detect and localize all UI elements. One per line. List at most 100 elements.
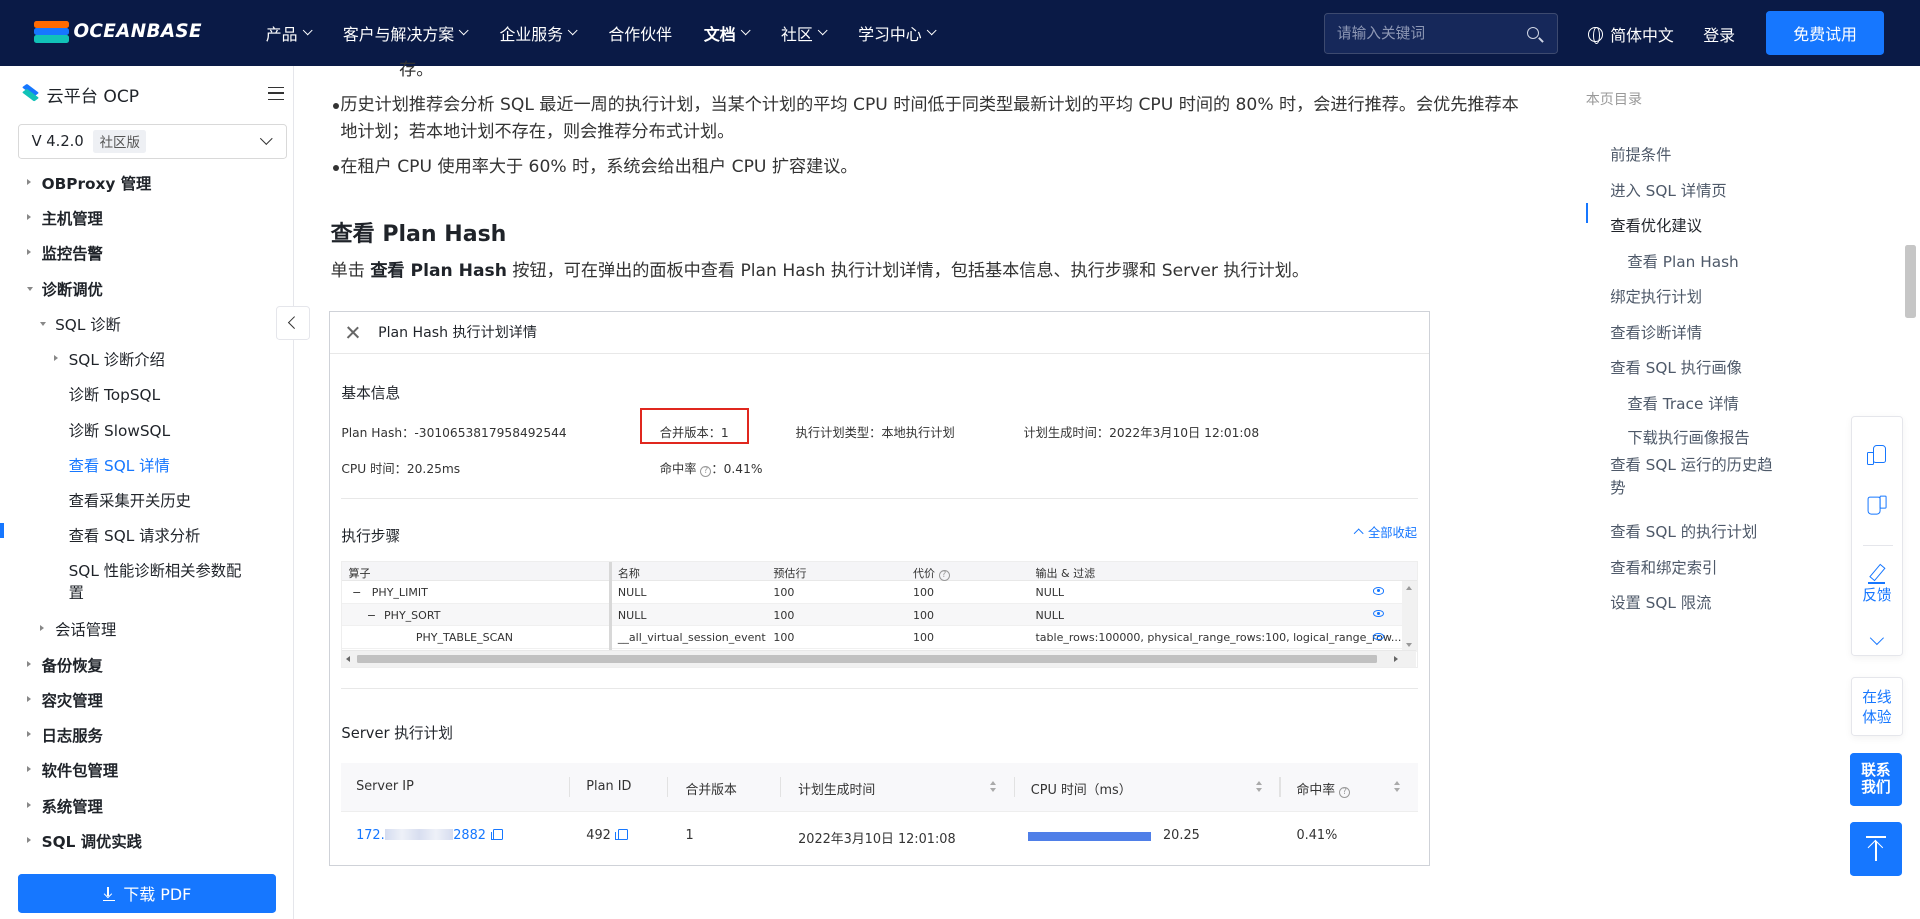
caret-right-icon[interactable]	[26, 249, 32, 256]
toc-item-1[interactable]: 进入 SQL 详情页	[1610, 179, 1726, 201]
collapse-widget-button[interactable]	[1869, 630, 1884, 645]
toc-item-7[interactable]: 查看 Trace 详情	[1627, 392, 1739, 414]
sidebar-item-12[interactable]: 会话管理	[0, 612, 294, 647]
toc-item-0[interactable]: 前提条件	[1610, 143, 1671, 165]
sidebar-item-4[interactable]: SQL 诊断	[0, 306, 294, 341]
free-trial-button[interactable]: 免费试用	[1765, 11, 1885, 56]
scroll-thumb[interactable]	[357, 654, 1378, 664]
sidebar-item-0[interactable]: OBProxy 管理	[0, 165, 294, 200]
sidebar-item-7[interactable]: 诊断 SlowSQL	[0, 412, 294, 447]
online-trial-button[interactable]: 在线 体验	[1851, 677, 1903, 736]
like-button[interactable]	[1867, 444, 1887, 465]
eye-icon[interactable]	[1373, 609, 1385, 618]
caret-right-icon[interactable]	[26, 660, 32, 667]
expand-toggle[interactable]: −	[367, 609, 376, 622]
collapse-all-link[interactable]: 全部收起	[1353, 523, 1417, 541]
scroll-down-icon[interactable]	[1405, 643, 1412, 648]
column-resizer[interactable]	[609, 561, 612, 650]
copy-icon[interactable]	[490, 828, 504, 840]
feedback-button[interactable]: 反馈	[1852, 564, 1901, 606]
eye-icon[interactable]	[1373, 587, 1385, 595]
collapse-sidebar-button[interactable]	[275, 306, 310, 341]
search-box[interactable]	[1323, 13, 1558, 54]
toc-item-6[interactable]: 查看 SQL 执行画像	[1610, 356, 1742, 378]
close-icon[interactable]	[348, 326, 360, 338]
toc-item-9[interactable]: 查看 SQL 运行的历史趋	[1610, 453, 1772, 475]
toc-item-8[interactable]: 下载执行画像报告	[1627, 426, 1749, 448]
caret-right-icon[interactable]	[26, 836, 32, 843]
toc-item-2[interactable]: 查看优化建议	[1610, 214, 1702, 236]
sidebar-item-17[interactable]: 系统管理	[0, 788, 294, 823]
help-icon[interactable]: ?	[700, 465, 712, 477]
help-icon[interactable]: ?	[938, 570, 950, 582]
toc-item-3[interactable]: 查看 Plan Hash	[1627, 250, 1738, 272]
highlight-box	[640, 407, 750, 445]
toc-item-10[interactable]: 势	[1610, 476, 1625, 498]
version-select[interactable]: V 4.2.0 社区版	[18, 123, 287, 160]
toc-item-4[interactable]: 绑定执行计划	[1610, 285, 1702, 307]
caret-right-icon[interactable]	[26, 731, 32, 738]
toc-item-13[interactable]: 设置 SQL 限流	[1610, 591, 1711, 613]
caret-right-icon[interactable]	[40, 625, 45, 632]
server-ip-link[interactable]: 172. 2882	[356, 828, 504, 843]
caret-right-icon[interactable]	[53, 355, 59, 361]
download-pdf-button[interactable]: 下载 PDF	[18, 874, 276, 914]
sidebar-item-16[interactable]: 软件包管理	[0, 753, 294, 788]
sidebar-item-1[interactable]: 主机管理	[0, 201, 294, 236]
page-scrollbar-thumb[interactable]	[1905, 244, 1917, 319]
caret-right-icon[interactable]	[26, 178, 32, 185]
dislike-button[interactable]	[1867, 496, 1887, 516]
search-icon[interactable]	[1527, 26, 1540, 39]
nav-item-label: 学习中心	[858, 24, 922, 44]
scroll-up-icon[interactable]	[1405, 585, 1412, 591]
sidebar-item-3[interactable]: 诊断调优	[0, 271, 294, 306]
sidebar-item-5[interactable]: SQL 诊断介绍	[0, 342, 294, 377]
expand-toggle[interactable]: −	[352, 586, 361, 599]
back-to-top-button[interactable]	[1850, 821, 1902, 876]
oceanbase-logo[interactable]: OCEANBASE	[34, 20, 202, 44]
scroll-left-icon[interactable]	[345, 656, 351, 663]
sidebar-item-6[interactable]: 诊断 TopSQL	[0, 377, 294, 412]
sort-icon[interactable]	[1256, 780, 1263, 793]
nav-item-0[interactable]: 产品	[266, 22, 313, 45]
caret-right-icon[interactable]	[26, 801, 32, 808]
caret-right-icon[interactable]	[26, 766, 32, 773]
online-trial-label: 在线 体验	[1852, 688, 1901, 727]
sidebar-item-14[interactable]: 容灾管理	[0, 682, 294, 717]
sidebar-item-18[interactable]: SQL 调优实践	[0, 823, 294, 858]
nav-item-1[interactable]: 客户与解决方案	[343, 22, 470, 45]
sidebar-item-9[interactable]: 查看采集开关历史	[0, 483, 294, 518]
language-switch[interactable]: 简体中文	[1588, 23, 1674, 46]
toc-item-11[interactable]: 查看 SQL 的执行计划	[1610, 520, 1757, 542]
caret-right-icon[interactable]	[26, 695, 32, 702]
sidebar-item-11[interactable]: SQL 性能诊断相关参数配置	[0, 553, 294, 612]
sidebar-item-2[interactable]: 监控告警	[0, 236, 294, 271]
sort-icon[interactable]	[1394, 780, 1401, 793]
contact-us-button[interactable]: 联系 我们	[1850, 753, 1902, 806]
copy-icon[interactable]	[615, 828, 628, 840]
horizontal-scrollbar[interactable]	[342, 650, 1417, 668]
sidebar-item-13[interactable]: 备份恢复	[0, 647, 294, 682]
nav-item-4[interactable]: 文档	[704, 22, 751, 45]
sidebar-item-15[interactable]: 日志服务	[0, 718, 294, 753]
scroll-right-icon[interactable]	[1393, 656, 1399, 663]
sidebar-item-10[interactable]: 查看 SQL 请求分析	[0, 518, 294, 553]
table-row: − PHY_SORT NULL 100 100 NULL	[342, 603, 1417, 627]
help-icon[interactable]: ?	[1339, 786, 1351, 798]
menu-icon[interactable]	[268, 86, 285, 101]
toc-item-12[interactable]: 查看和绑定索引	[1610, 556, 1717, 578]
caret-right-icon[interactable]	[26, 214, 32, 220]
caret-down-icon[interactable]	[40, 322, 47, 327]
sort-icon[interactable]	[990, 780, 997, 793]
nav-item-2[interactable]: 企业服务	[499, 22, 579, 45]
language-label: 简体中文	[1610, 26, 1674, 46]
sidebar-item-8[interactable]: 查看 SQL 详情	[0, 447, 294, 482]
caret-down-icon[interactable]	[26, 286, 33, 292]
nav-item-5[interactable]: 社区	[781, 22, 828, 45]
search-input[interactable]	[1324, 14, 1509, 53]
vertical-scrollbar[interactable]	[1402, 581, 1417, 653]
login-link[interactable]: 登录	[1703, 23, 1735, 46]
toc-item-5[interactable]: 查看诊断详情	[1610, 321, 1702, 343]
nav-item-6[interactable]: 学习中心	[858, 22, 937, 45]
nav-item-3[interactable]: 合作伙伴	[608, 22, 672, 45]
